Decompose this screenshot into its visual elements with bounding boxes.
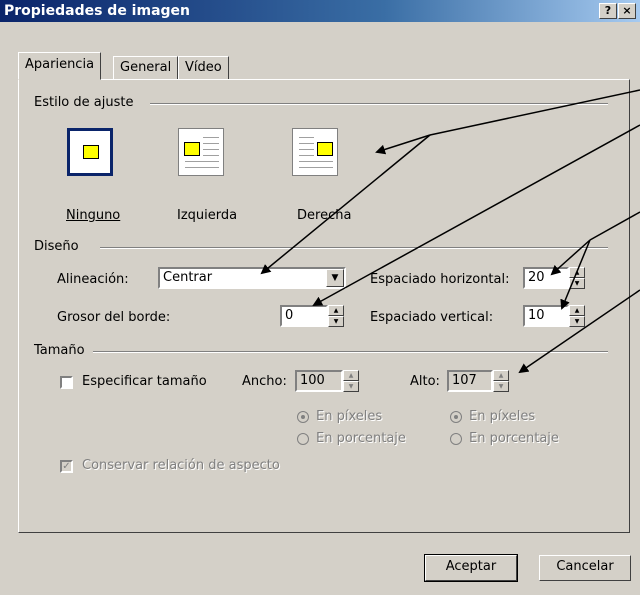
- vspace-label: Espaciado vertical:: [370, 310, 494, 325]
- text-line-icon: [185, 167, 219, 168]
- width-spinner[interactable]: ▲ ▼: [343, 370, 359, 392]
- specify-size-checkbox[interactable]: [60, 376, 73, 389]
- cancel-button[interactable]: Cancelar: [539, 555, 631, 581]
- spin-down-icon[interactable]: ▼: [493, 381, 509, 392]
- wrap-none-button[interactable]: [67, 128, 113, 176]
- height-value: 107: [452, 373, 477, 388]
- section-design: Diseño: [34, 239, 87, 254]
- height-percent-label: En porcentaje: [469, 431, 559, 446]
- text-line-icon: [299, 149, 314, 150]
- spin-down-icon[interactable]: ▼: [569, 278, 585, 289]
- text-line-icon: [203, 143, 219, 144]
- text-line-icon: [203, 137, 219, 138]
- height-pixels-radio[interactable]: [450, 411, 462, 423]
- wrap-left-button[interactable]: [178, 128, 224, 176]
- ok-button[interactable]: Aceptar: [424, 554, 518, 582]
- width-label: Ancho:: [242, 374, 287, 389]
- text-line-icon: [299, 143, 314, 144]
- width-pixels-radio[interactable]: [297, 411, 309, 423]
- separator-wrap: [150, 103, 608, 105]
- dialog-window: Propiedades de imagen ? × Apariencia Gen…: [0, 0, 640, 595]
- border-label: Grosor del borde:: [57, 310, 171, 325]
- aspect-label: Conservar relación de aspecto: [82, 458, 280, 473]
- tab-video[interactable]: Vídeo: [178, 56, 229, 80]
- spin-up-icon[interactable]: ▲: [328, 305, 344, 316]
- height-spinner[interactable]: ▲ ▼: [493, 370, 509, 392]
- hspace-value: 20: [528, 270, 545, 285]
- border-field[interactable]: 0: [280, 305, 328, 327]
- hspace-label: Espaciado horizontal:: [370, 272, 510, 287]
- border-spinner[interactable]: ▲ ▼: [328, 305, 344, 327]
- spin-down-icon[interactable]: ▼: [569, 316, 585, 327]
- height-field[interactable]: 107: [447, 370, 493, 392]
- align-select[interactable]: Centrar: [158, 267, 346, 289]
- width-field[interactable]: 100: [295, 370, 343, 392]
- align-label: Alineación:: [57, 272, 129, 287]
- text-line-icon: [299, 155, 314, 156]
- width-percent-radio[interactable]: [297, 433, 309, 445]
- vspace-spinner[interactable]: ▲ ▼: [569, 305, 585, 327]
- spin-down-icon[interactable]: ▼: [343, 381, 359, 392]
- wrap-left-label: Izquierda: [177, 208, 238, 223]
- height-pixels-label: En píxeles: [469, 409, 536, 424]
- wrap-right-button[interactable]: [292, 128, 338, 176]
- text-line-icon: [299, 137, 314, 138]
- text-line-icon: [185, 161, 219, 162]
- tab-general[interactable]: General: [113, 56, 179, 80]
- height-label: Alto:: [410, 374, 440, 389]
- text-line-icon: [299, 161, 333, 162]
- width-pixels-label: En píxeles: [316, 409, 383, 424]
- spin-up-icon[interactable]: ▲: [569, 267, 585, 278]
- hspace-spinner[interactable]: ▲ ▼: [569, 267, 585, 289]
- title-bar: Propiedades de imagen ? ×: [0, 0, 640, 22]
- align-value: Centrar: [163, 270, 213, 285]
- specify-size-label: Especificar tamaño: [82, 374, 207, 389]
- spin-down-icon[interactable]: ▼: [328, 316, 344, 327]
- spin-up-icon[interactable]: ▲: [569, 305, 585, 316]
- width-value: 100: [300, 373, 325, 388]
- section-wrap-style: Estilo de ajuste: [34, 95, 142, 110]
- wrap-none-label: Ninguno: [66, 208, 121, 223]
- spin-up-icon[interactable]: ▲: [343, 370, 359, 381]
- vspace-field[interactable]: 10: [523, 305, 569, 327]
- window-title: Propiedades de imagen: [4, 3, 190, 19]
- image-swatch-icon: [317, 142, 333, 156]
- tab-apariencia[interactable]: Apariencia: [18, 52, 102, 80]
- wrap-right-label: Derecha: [297, 208, 352, 223]
- text-line-icon: [203, 155, 219, 156]
- height-percent-radio[interactable]: [450, 433, 462, 445]
- image-swatch-icon: [184, 142, 200, 156]
- aspect-checkbox[interactable]: ✓: [60, 460, 73, 473]
- help-button[interactable]: ?: [599, 3, 617, 19]
- text-line-icon: [203, 149, 219, 150]
- hspace-field[interactable]: 20: [523, 267, 569, 289]
- image-swatch-icon: [83, 145, 99, 159]
- border-value: 0: [285, 308, 294, 323]
- separator-design: [100, 247, 608, 249]
- text-line-icon: [299, 167, 333, 168]
- dropdown-arrow-icon[interactable]: ▼: [326, 269, 344, 287]
- vspace-value: 10: [528, 308, 545, 323]
- width-percent-label: En porcentaje: [316, 431, 406, 446]
- close-button[interactable]: ×: [618, 3, 636, 19]
- spin-up-icon[interactable]: ▲: [493, 370, 509, 381]
- separator-size: [92, 351, 608, 353]
- section-size: Tamaño: [34, 343, 93, 358]
